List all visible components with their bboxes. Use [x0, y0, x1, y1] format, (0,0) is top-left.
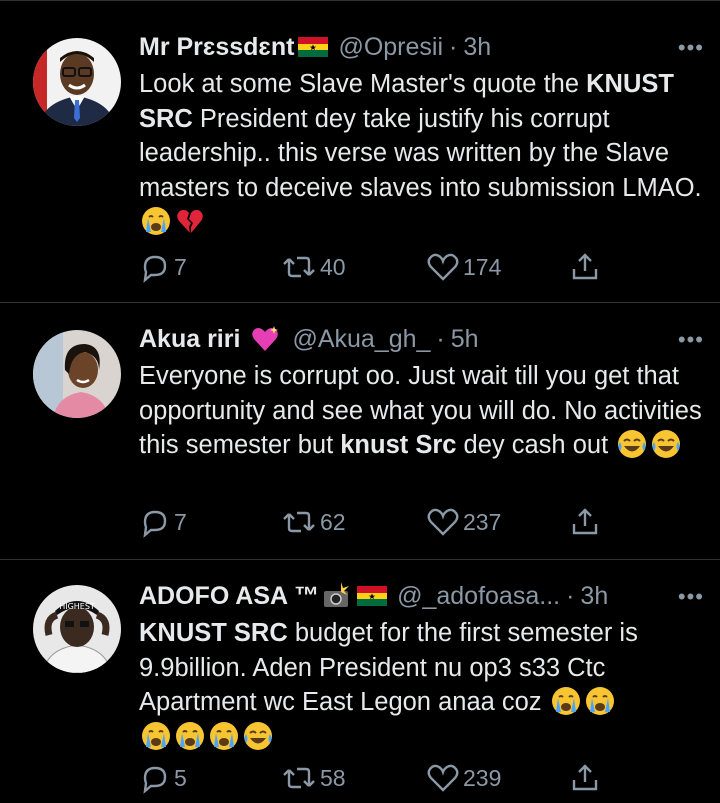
- user-handle[interactable]: @Akua_gh_: [292, 325, 430, 354]
- tears-of-joy-emoji: [652, 430, 681, 458]
- retweet-count: 58: [320, 764, 346, 791]
- text-part: President dey take justify his corrupt l…: [139, 104, 702, 202]
- tweet-actions: 7 62 237: [139, 506, 609, 542]
- bold-text: knust Src: [340, 431, 457, 459]
- text-part: dey cash out: [456, 431, 609, 459]
- timestamp[interactable]: 3h: [580, 582, 608, 611]
- tweet-text: Everyone is corrupt oo. Just wait till y…: [139, 359, 704, 463]
- camera-flash-emoji: [324, 582, 350, 607]
- share-button[interactable]: [569, 506, 601, 538]
- heart-icon: [427, 508, 459, 536]
- share-button[interactable]: [569, 762, 601, 794]
- sparkling-heart-emoji: [252, 326, 279, 351]
- like-button[interactable]: 239: [426, 762, 501, 794]
- tears-of-joy-emoji: [618, 430, 647, 458]
- tweet-text: Look at some Slave Master's quote the KN…: [139, 67, 704, 240]
- display-name[interactable]: Akua riri: [139, 325, 240, 354]
- retweet-icon: [283, 256, 315, 278]
- user-handle[interactable]: @_adofoasa...: [397, 582, 560, 611]
- retweet-button[interactable]: 62: [281, 506, 346, 538]
- share-icon: [572, 508, 598, 535]
- tweet-3[interactable]: HIGHEST ADOFO ASA ™ @_adofoasa... · 3h •…: [0, 560, 720, 803]
- heart-icon: [427, 253, 459, 281]
- bold-text: KNUST SRC: [139, 619, 288, 647]
- tweet-text: KNUST SRC budget for the first semester …: [139, 616, 704, 754]
- svg-text:HIGHEST: HIGHEST: [59, 602, 95, 611]
- crying-emoji: [142, 721, 170, 750]
- tweet-header: Mr Prɛssdɛnt @Opresii · 3h: [139, 31, 700, 63]
- tears-of-joy-emoji: [244, 721, 272, 750]
- share-icon: [572, 764, 598, 791]
- share-icon: [572, 253, 598, 280]
- tweet-1[interactable]: Mr Prɛssdɛnt @Opresii · 3h ••• Look at s…: [0, 1, 720, 303]
- separator-dot: ·: [566, 581, 575, 610]
- reply-button[interactable]: 5: [139, 762, 187, 794]
- crying-emoji: [176, 721, 204, 750]
- share-button[interactable]: [569, 251, 601, 283]
- display-name[interactable]: Mr Prɛssdɛnt: [139, 33, 294, 62]
- avatar[interactable]: HIGHEST: [33, 585, 121, 673]
- like-button[interactable]: 237: [426, 506, 501, 538]
- retweet-icon: [283, 767, 315, 789]
- reply-count: 7: [174, 253, 187, 280]
- retweet-button[interactable]: 40: [281, 251, 346, 283]
- timestamp[interactable]: 3h: [463, 33, 491, 62]
- crying-emoji: [551, 687, 580, 715]
- retweet-count: 40: [320, 253, 346, 280]
- avatar[interactable]: [33, 330, 121, 418]
- timestamp[interactable]: 5h: [451, 325, 479, 354]
- reply-icon: [143, 510, 167, 538]
- heart-icon: [427, 764, 459, 792]
- tweet-actions: 5 58 239: [139, 762, 609, 798]
- more-options-icon[interactable]: •••: [678, 327, 704, 353]
- retweet-count: 62: [320, 508, 346, 535]
- retweet-icon: [283, 511, 315, 533]
- reply-icon: [143, 766, 167, 794]
- reply-icon: [143, 255, 167, 283]
- crying-emoji: [210, 721, 238, 750]
- user-handle[interactable]: @Opresii: [338, 33, 443, 62]
- ghana-flag-icon: [357, 586, 388, 606]
- avatar[interactable]: [33, 38, 121, 126]
- separator-dot: ·: [436, 324, 445, 353]
- display-name[interactable]: ADOFO ASA ™: [139, 582, 319, 611]
- like-button[interactable]: 174: [426, 251, 501, 283]
- reply-button[interactable]: 7: [139, 251, 187, 283]
- broken-heart-emoji: [177, 209, 203, 233]
- tweet-header: Akua riri @Akua_gh_ · 5h: [139, 323, 700, 355]
- separator-dot: ·: [449, 32, 458, 61]
- like-count: 237: [463, 508, 502, 535]
- like-count: 239: [463, 764, 502, 791]
- text-part: Look at some Slave Master's quote the: [139, 70, 587, 98]
- like-count: 174: [463, 253, 502, 280]
- more-options-icon[interactable]: •••: [678, 584, 704, 610]
- reply-count: 7: [174, 508, 187, 535]
- reply-button[interactable]: 7: [139, 506, 187, 538]
- tweet-header: ADOFO ASA ™ @_adofoasa... · 3h: [139, 580, 700, 612]
- more-options-icon[interactable]: •••: [678, 35, 704, 61]
- retweet-button[interactable]: 58: [281, 762, 346, 794]
- tweet-2[interactable]: Akua riri @Akua_gh_ · 5h ••• Everyone is…: [0, 303, 720, 560]
- ghana-flag-icon: [298, 37, 329, 57]
- reply-count: 5: [174, 764, 187, 791]
- crying-emoji: [585, 687, 614, 715]
- crying-emoji: [142, 207, 170, 235]
- tweet-actions: 7 40 174: [139, 251, 609, 287]
